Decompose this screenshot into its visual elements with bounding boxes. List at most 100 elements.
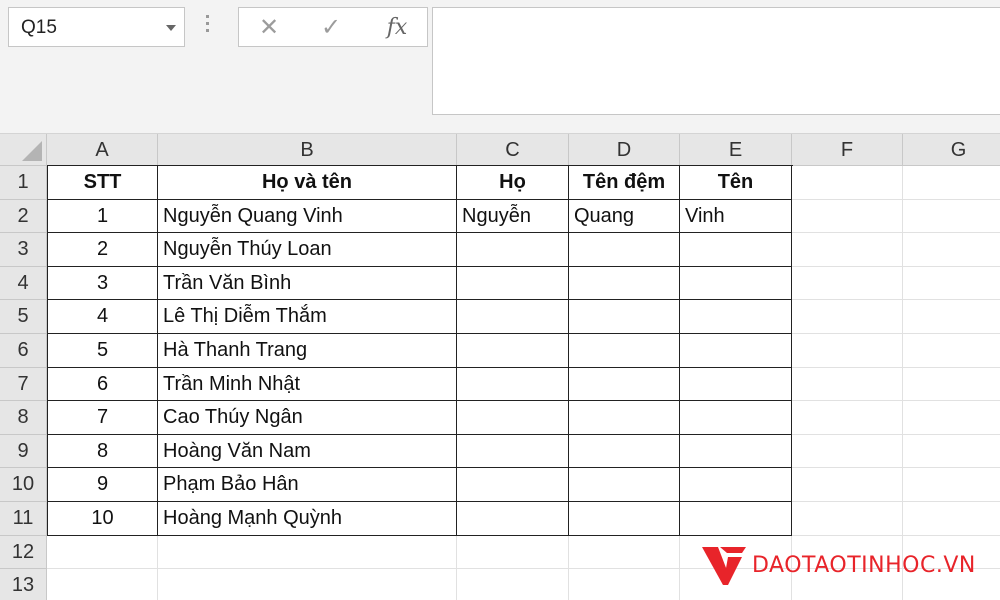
cell-g8[interactable] [903,401,1000,435]
cell-a3[interactable]: 2 [47,233,158,267]
cell-c12[interactable] [457,535,569,570]
spreadsheet-grid[interactable]: A B C D E F G 1 STT Họ và tên Họ Tên đệm Tên 2 1 Nguyễn… [0,133,1000,600]
cell-f3[interactable] [792,233,903,267]
cell-b3[interactable]: Nguyễn Thúy Loan [158,233,457,267]
cell-f10[interactable] [792,468,903,502]
cell-c11[interactable] [457,502,569,536]
cell-c4[interactable] [457,266,569,301]
cell-f1[interactable] [792,166,903,200]
cell-e10[interactable] [680,468,792,502]
cell-f9[interactable] [792,434,903,469]
column-header-e[interactable]: E [680,134,792,166]
row-header-3[interactable]: 3 [0,233,47,267]
cell-d3[interactable] [569,233,680,267]
enter-icon[interactable]: ✓ [309,8,353,48]
cell-a10[interactable]: 9 [47,468,158,502]
cell-d11[interactable] [569,502,680,536]
cell-b10[interactable]: Phạm Bảo Hân [158,468,457,502]
cell-d6[interactable] [569,334,680,368]
cell-c13[interactable] [457,569,569,600]
cell-c2[interactable]: Nguyễn [457,199,569,234]
cell-f8[interactable] [792,401,903,435]
cell-b8[interactable]: Cao Thúy Ngân [158,401,457,435]
row-header-11[interactable]: 11 [0,502,47,536]
cell-e8[interactable] [680,401,792,435]
table-header-cell[interactable]: Tên đệm [569,166,680,200]
cell-e6[interactable] [680,334,792,368]
row-header-1[interactable]: 1 [0,166,47,200]
row-header-7[interactable]: 7 [0,367,47,402]
cell-f6[interactable] [792,334,903,368]
row-header-9[interactable]: 9 [0,434,47,469]
cell-a7[interactable]: 6 [47,367,158,402]
row-header-6[interactable]: 6 [0,334,47,368]
cell-g5[interactable] [903,300,1000,334]
cell-c7[interactable] [457,367,569,402]
cell-f11[interactable] [792,502,903,536]
row-header-2[interactable]: 2 [0,199,47,234]
cell-d12[interactable] [569,535,680,570]
column-header-d[interactable]: D [569,134,680,166]
name-box[interactable]: Q15 [8,7,185,47]
cell-a11[interactable]: 10 [47,502,158,536]
cell-a2[interactable]: 1 [47,199,158,234]
table-header-cell[interactable]: Họ và tên [158,166,457,200]
column-header-f[interactable]: F [792,134,903,166]
row-header-13[interactable]: 13 [0,569,47,600]
cell-g3[interactable] [903,233,1000,267]
row-header-8[interactable]: 8 [0,401,47,435]
column-header-c[interactable]: C [457,134,569,166]
cell-b7[interactable]: Trần Minh Nhật [158,367,457,402]
row-header-12[interactable]: 12 [0,535,47,570]
cell-b4[interactable]: Trần Văn Bình [158,266,457,301]
table-header-cell[interactable]: STT [47,166,158,200]
cell-e11[interactable] [680,502,792,536]
cell-g1[interactable] [903,166,1000,200]
cell-g6[interactable] [903,334,1000,368]
cell-a8[interactable]: 7 [47,401,158,435]
cell-b6[interactable]: Hà Thanh Trang [158,334,457,368]
cell-d5[interactable] [569,300,680,334]
row-header-10[interactable]: 10 [0,468,47,502]
cell-d8[interactable] [569,401,680,435]
cell-f2[interactable] [792,199,903,234]
cell-d4[interactable] [569,266,680,301]
insert-function-icon[interactable]: fx [375,8,419,48]
cell-g11[interactable] [903,502,1000,536]
grip-handle-icon[interactable] [206,15,210,37]
row-header-5[interactable]: 5 [0,300,47,334]
cell-a9[interactable]: 8 [47,434,158,469]
cell-g9[interactable] [903,435,1000,469]
cell-f5[interactable] [792,300,903,334]
cell-b13[interactable] [158,569,457,600]
cell-b9[interactable]: Hoàng Văn Nam [158,434,457,469]
cell-e3[interactable] [680,233,792,267]
cell-b12[interactable] [158,535,457,570]
cell-c5[interactable] [457,300,569,334]
cell-d9[interactable] [569,434,680,469]
cell-g4[interactable] [903,267,1000,301]
cell-g7[interactable] [903,368,1000,402]
table-header-cell[interactable]: Họ [457,166,569,200]
table-header-cell[interactable]: Tên [680,166,792,200]
cell-a5[interactable]: 4 [47,300,158,334]
column-header-b[interactable]: B [158,134,457,166]
cell-b11[interactable]: Hoàng Mạnh Quỳnh [158,502,457,536]
cell-a12[interactable] [47,535,158,570]
cell-a6[interactable]: 5 [47,334,158,368]
cell-a13[interactable] [47,569,158,600]
cell-d7[interactable] [569,367,680,402]
cell-d10[interactable] [569,468,680,502]
chevron-down-icon[interactable] [166,25,176,31]
cell-e5[interactable] [680,300,792,334]
column-header-a[interactable]: A [47,134,158,166]
column-header-g[interactable]: G [903,134,1000,166]
cell-c8[interactable] [457,401,569,435]
cell-c9[interactable] [457,434,569,469]
cell-c10[interactable] [457,468,569,502]
cell-g10[interactable] [903,468,1000,502]
cell-c6[interactable] [457,334,569,368]
cell-d13[interactable] [569,569,680,600]
cell-c3[interactable] [457,233,569,267]
cell-e9[interactable] [680,434,792,469]
